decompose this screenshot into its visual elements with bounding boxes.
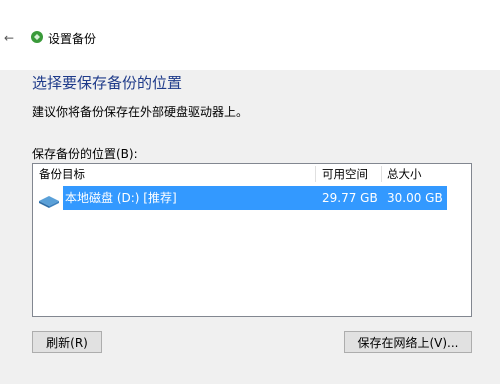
refresh-button[interactable]: 刷新(R) (32, 331, 102, 353)
drive-total-size: 30.00 GB (387, 191, 443, 205)
back-arrow-icon[interactable]: ← (4, 31, 14, 45)
table-row[interactable]: 本地磁盘 (D:) [推荐] 29.77 GB 30.00 GB (63, 186, 447, 210)
column-header-free-space[interactable]: 可用空间 (322, 164, 368, 184)
drive-name: 本地磁盘 (D:) [推荐] (65, 191, 177, 205)
title-bar: ← 设置备份 (0, 0, 500, 70)
page-heading: 选择要保存备份的位置 (32, 74, 183, 92)
page-description: 建议你将备份保存在外部硬盘驱动器上。 (32, 105, 249, 119)
column-divider[interactable] (381, 166, 382, 182)
backup-app-icon (31, 31, 43, 43)
save-on-network-button[interactable]: 保存在网络上(V)... (344, 331, 472, 353)
column-header-total-size[interactable]: 总大小 (387, 164, 422, 184)
window-title: 设置备份 (48, 32, 97, 46)
backup-location-label: 保存备份的位置(B): (32, 147, 138, 161)
column-header-destination[interactable]: 备份目标 (39, 164, 85, 184)
backup-location-list[interactable]: 备份目标 可用空间 总大小 本地磁盘 (D:) [推荐] 29.77 GB 30… (32, 163, 472, 317)
drive-free-space: 29.77 GB (322, 191, 378, 205)
column-divider[interactable] (315, 166, 316, 182)
drive-icon (39, 196, 59, 208)
